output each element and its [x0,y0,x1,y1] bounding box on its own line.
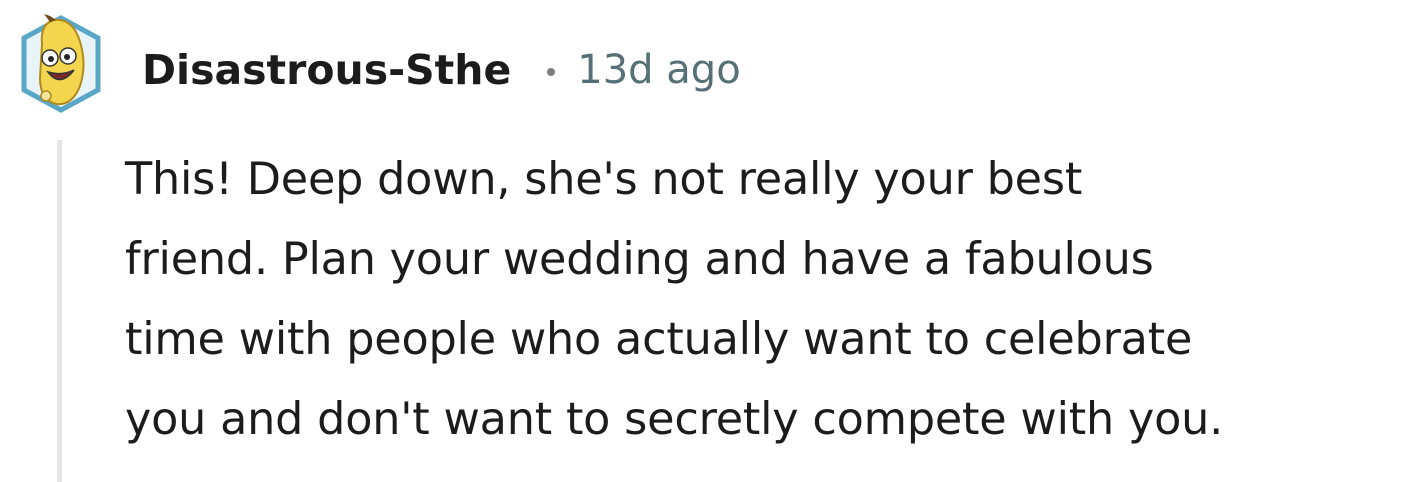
thread-line[interactable] [57,140,62,482]
comment-body-line: friend. Plan your wedding and have a fab… [125,234,1154,285]
comment-header: Disastrous-Sthe 13d ago [142,42,741,98]
username-link[interactable]: Disastrous-Sthe [142,46,511,94]
comment-body-line: time with people who actually want to ce… [125,314,1193,365]
timestamp[interactable]: 13d ago [577,47,740,93]
comment: Disastrous-Sthe 13d ago This! Deep down,… [0,0,1412,482]
comment-body-line: you and don't want to secretly compete w… [125,394,1224,445]
comment-body: This! Deep down, she's not really your b… [125,140,1407,460]
separator-dot [547,68,556,76]
comment-body-line: This! Deep down, she's not really your b… [125,154,1083,205]
banana-snoo-avatar-icon [21,14,101,113]
user-avatar[interactable] [20,14,102,114]
